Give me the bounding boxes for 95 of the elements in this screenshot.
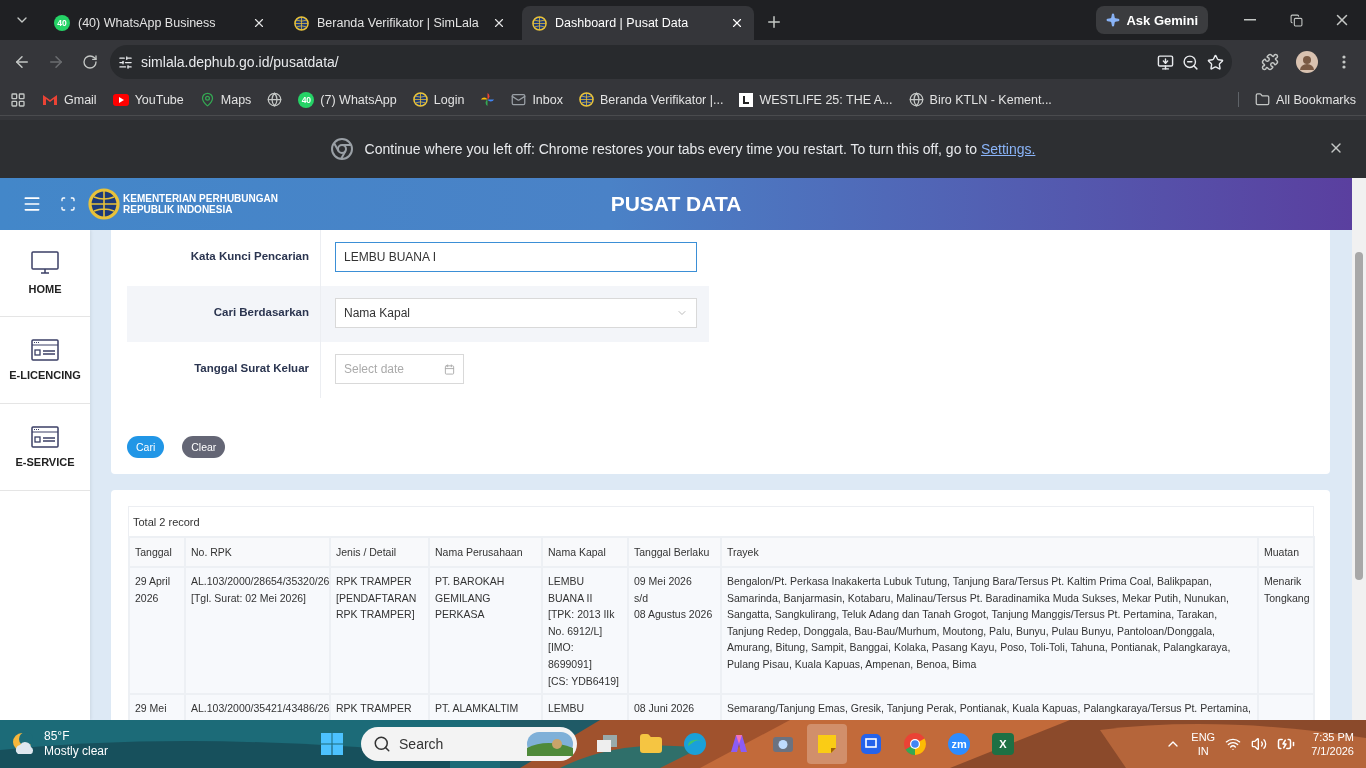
globe-icon — [267, 92, 283, 107]
address-bar[interactable]: simlala.dephub.go.id/pusatdata/ — [110, 45, 1232, 79]
avatar-icon[interactable] — [1296, 51, 1318, 73]
table-cell: AL.103/2000/35421/43486/26 — [185, 694, 330, 720]
emblem-icon — [412, 92, 428, 107]
bookmark-link[interactable]: (7) WhatsApp — [320, 92, 397, 107]
sidebar-item[interactable]: HOME — [0, 230, 90, 317]
chrome-icon — [330, 138, 353, 160]
column-header: Jenis / Detail — [330, 537, 429, 567]
table-cell: RPK TRAMPER [PENDAFTARAN RPK TRAMPER] — [330, 567, 429, 695]
reload-icon — [82, 54, 98, 70]
table-cell: 29 April 2026 — [129, 567, 185, 695]
bookmark-link[interactable]: YouTube — [134, 92, 184, 107]
column-header: Tanggal Berlaku — [628, 537, 721, 567]
sparkle-icon — [1106, 13, 1121, 27]
table-cell: 29 Mei — [129, 694, 185, 720]
table-cell: PT. BAROKAH GEMILANG PERKASA — [429, 567, 542, 695]
form-icon — [31, 426, 59, 448]
tab-title: Dashboard | Pusat Data — [555, 16, 690, 30]
table-cell: LEMBU BUANA II [TPK: 2013 IIk No. 6912/L] [IMO: 8699091] [CS: YDB6419] — [542, 567, 628, 695]
info-message: Continue where you left off: Chrome restores your tabs every time you restart. To turn this off, go to Settings. — [364, 141, 1036, 157]
table-cell: Bengalon/Pt. Perkasa Inakakerta Lubuk Tutung, Tanjung Bara/Tersus Pt. Kaltim Prima Coal, Balikpapan, Samarinda, Banjarmasin, Kotabaru, Malinau/Tersus Pt. Baradinamika Muda Sukses, Mekar Putih, Nunukan, Sangatta, Sangkulirang, Teluk Adang dan Tanah Grogot, Tanjung Manggis/Tersus Pt. Pertamina, Tarakan, Tanjung Redep, Donggala, Bau-Bau/Murhum, Moutong, Palu, Bunyu, Pulau Bunyu, Pantoloan/Donggala, Amurang, Bitung, Sampit, Banggai, Kolaka, Pasang Kayu, Poso, Toli-Toli, Tahuna, Pontianak, Palangkaraya, Pulang Pisau, Kuala Kapuas, Ampenan, Benoa, Bima — [721, 567, 1258, 695]
mail-icon — [511, 92, 527, 107]
browser-tab[interactable]: Dashboard | Pusat Data — [522, 6, 754, 40]
scrollbar[interactable] — [1352, 178, 1366, 720]
org-name: KEMENTERIAN PERHUBUNGAN — [123, 193, 278, 204]
bookmark-link[interactable]: Inbox — [532, 92, 563, 107]
minimize-icon — [1244, 19, 1256, 21]
mail-icon — [42, 93, 58, 106]
url-text: simlala.dephub.go.id/pusatdata/ — [141, 54, 340, 70]
plus-icon — [765, 13, 783, 31]
table-cell: RPK TRAMPER — [330, 694, 429, 720]
globe-icon — [908, 92, 924, 107]
puzzle-icon — [1261, 53, 1279, 71]
page-title: PUSAT DATA — [610, 192, 742, 216]
column-header: Nama Perusahaan — [429, 537, 542, 567]
clear-button[interactable]: Clear — [182, 436, 226, 458]
bookmark-link[interactable]: Login — [433, 92, 465, 107]
close-icon[interactable] — [730, 16, 744, 30]
table-cell: Menarik Tongkang — [1258, 567, 1314, 695]
browser-tab[interactable]: 40 (40) WhatsApp Business — [44, 6, 276, 40]
folder-icon — [1255, 92, 1271, 107]
emblem-icon — [294, 15, 309, 31]
emblem-icon — [578, 92, 594, 107]
close-icon[interactable] — [252, 16, 266, 30]
table-cell: LEMBU — [542, 694, 628, 720]
settings-link[interactable]: Settings. — [980, 141, 1036, 157]
table-cell: 09 Mei 2026 s/d 08 Agustus 2026 — [628, 567, 721, 695]
menu-icon[interactable] — [22, 194, 42, 214]
table-cell: Semarang/Tanjung Emas, Gresik, Tanjung Perak, Pontianak, Kuala Kapuas, Palangkaraya/Tersus Pt. Pertamina, — [721, 694, 1258, 720]
square-icon — [739, 92, 754, 107]
more-icon — [1342, 55, 1346, 69]
bookmark-link[interactable]: Maps — [220, 92, 252, 107]
forward-arrow-icon — [47, 53, 65, 71]
column-header: Tanggal — [129, 537, 185, 567]
sidebar-item[interactable]: E-SERVICE — [0, 404, 90, 491]
monitor-icon — [31, 251, 59, 275]
select-field[interactable]: Nama Kapal — [335, 298, 697, 328]
org-name: REPUBLIK INDONESIA — [123, 204, 234, 215]
field-label: Tanggal Surat Keluar — [127, 342, 321, 398]
site-info-icon[interactable] — [118, 54, 133, 70]
column-header: Nama Kapal — [542, 537, 628, 567]
restore-icon — [1289, 13, 1303, 27]
emblem-logo — [88, 188, 120, 220]
sidebar-item[interactable]: E-LICENCING — [0, 317, 90, 404]
bookmark-star-icon[interactable] — [1207, 53, 1224, 71]
tab-title: Beranda Verifikator | SimLala — [317, 16, 480, 30]
keyword-field[interactable]: LEMBU BUANA I — [335, 242, 697, 272]
table-cell: PT. ALAMKALTIM — [429, 694, 542, 720]
table-cell: AL.103/2000/28654/35320/26 [Tgl. Surat: 02 Mei 2026] — [185, 567, 330, 695]
play-icon — [112, 93, 129, 106]
notification-badge: 40 — [54, 15, 70, 31]
browser-tab[interactable]: Beranda Verifikator | SimLala — [284, 6, 516, 40]
map-pin-icon — [199, 92, 215, 107]
column-header: No. RPK — [185, 537, 330, 567]
pinwheel-icon — [480, 92, 496, 107]
close-icon[interactable] — [492, 16, 506, 30]
bookmark-link[interactable]: Biro KTLN - Kement... — [929, 92, 1052, 107]
form-icon — [31, 339, 59, 361]
calendar-icon — [444, 363, 455, 375]
fullscreen-icon[interactable] — [60, 196, 76, 212]
notification-badge: 40 — [298, 91, 315, 108]
column-header: Trayek — [721, 537, 1258, 567]
column-header: Muatan — [1258, 537, 1314, 567]
tab-title: (40) WhatsApp Business — [78, 16, 217, 30]
ask-gemini-button[interactable]: Ask Gemini — [1096, 6, 1208, 34]
zoom-out-icon[interactable] — [1182, 53, 1199, 71]
emblem-icon — [532, 15, 547, 31]
bookmark-link[interactable]: Beranda Verifikator |... — [599, 92, 724, 107]
table-cell: 08 Juni 2026 — [628, 694, 721, 720]
apps-icon[interactable] — [10, 91, 26, 108]
bookmark-link[interactable]: WESTLIFE 25: THE A... — [759, 92, 893, 107]
bookmark-link[interactable]: Gmail — [64, 92, 97, 107]
install-icon[interactable] — [1157, 53, 1174, 71]
bookmark-link[interactable]: All Bookmarks — [1276, 92, 1356, 107]
